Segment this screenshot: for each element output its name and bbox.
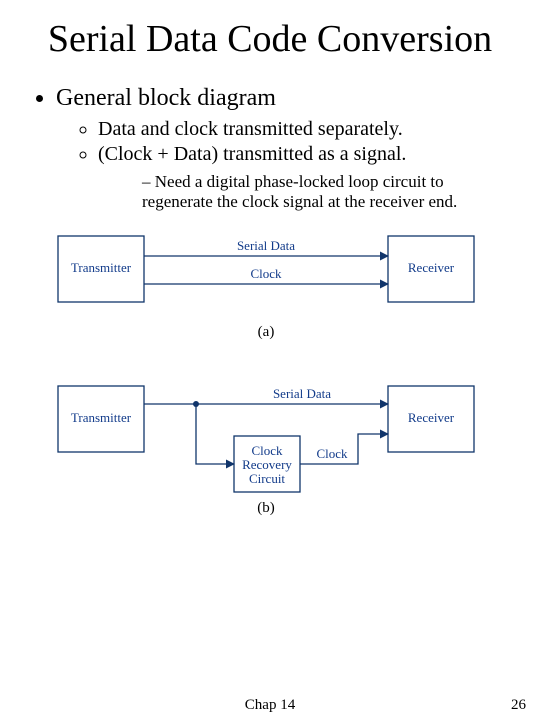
diag-b-transmitter-label: Transmitter — [71, 410, 132, 425]
bullet-l3: Need a digital phase-locked loop circuit… — [142, 172, 512, 212]
diag-a-serial-data-label: Serial Data — [237, 238, 295, 253]
footer-chapter: Chap 14 — [0, 697, 540, 714]
diag-b-recovery-l2: Recovery — [242, 457, 292, 472]
diag-b-caption: (b) — [257, 500, 275, 516]
bullet-l2a: Data and clock transmitted separately. — [98, 118, 512, 141]
bullet-l2b-text: (Clock + Data) transmitted as a signal. — [98, 143, 406, 165]
bullet-l2b: (Clock + Data) transmitted as a signal. … — [98, 143, 512, 212]
diag-b-clock-label: Clock — [316, 446, 348, 461]
footer-page-number: 26 — [511, 697, 526, 714]
diag-b-recovery-l3: Circuit — [249, 471, 285, 486]
page-title: Serial Data Code Conversion — [28, 18, 512, 61]
bullet-l1: General block diagram Data and clock tra… — [56, 85, 512, 212]
diag-a-receiver-label: Receiver — [408, 260, 455, 275]
diag-b-receiver-label: Receiver — [408, 410, 455, 425]
diag-a-transmitter-label: Transmitter — [71, 260, 132, 275]
diag-a-caption: (a) — [258, 324, 275, 340]
block-diagram: Transmitter Receiver Serial Data Clock (… — [28, 226, 512, 516]
bullet-l1-text: General block diagram — [56, 85, 276, 111]
diag-b-recovery-l1: Clock — [251, 443, 283, 458]
diag-b-serial-data-label: Serial Data — [273, 386, 331, 401]
diag-a-clock-label: Clock — [250, 266, 282, 281]
